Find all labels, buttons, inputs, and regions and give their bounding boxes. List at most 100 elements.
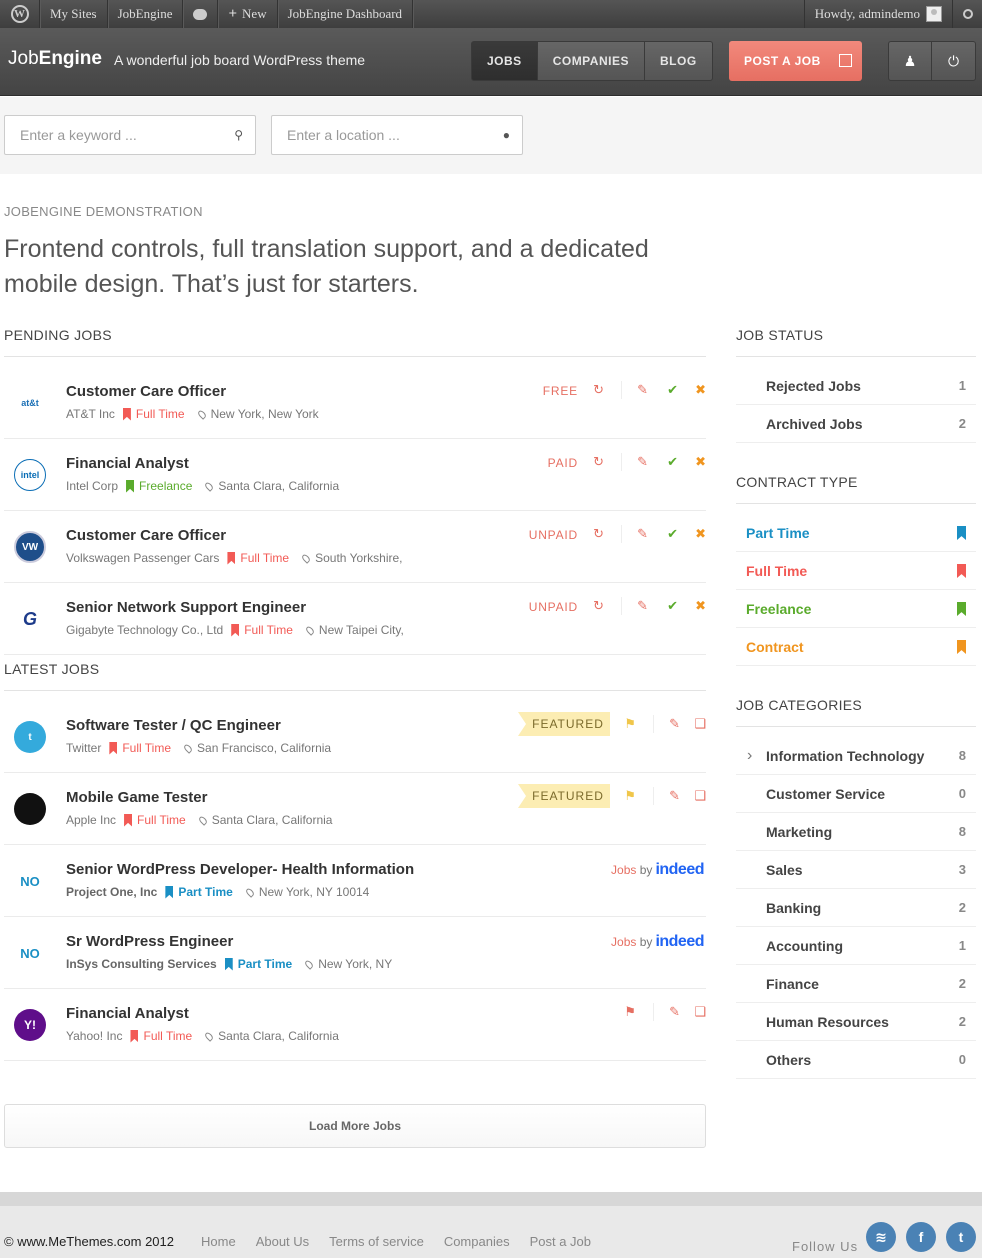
approve-icon[interactable]: ✔ <box>667 598 678 614</box>
company-name[interactable]: InSys Consulting Services <box>66 957 217 971</box>
edit-icon[interactable]: ✎ <box>637 382 648 398</box>
company-name[interactable]: Yahoo! Inc <box>66 1029 122 1043</box>
edit-icon[interactable]: ✎ <box>669 788 680 804</box>
refresh-icon[interactable]: ↻ <box>593 526 604 542</box>
reject-icon[interactable]: ✖ <box>695 382 706 398</box>
reject-icon[interactable]: ✖ <box>695 598 706 614</box>
category-item[interactable]: Sales 3 <box>736 851 976 889</box>
search-icon[interactable]: ⚲ <box>234 128 243 142</box>
edit-icon[interactable]: ✎ <box>637 454 648 470</box>
approve-icon[interactable]: ✔ <box>667 382 678 398</box>
edit-icon[interactable]: ✎ <box>637 526 648 542</box>
job-title[interactable]: Financial Analyst <box>66 1005 189 1022</box>
site-logo[interactable]: JobEngine <box>8 48 102 70</box>
contract-type[interactable]: Full Time <box>136 407 185 421</box>
job-title[interactable]: Customer Care Officer <box>66 527 226 544</box>
comments-button[interactable] <box>183 0 219 28</box>
jobs-by-indeed[interactable]: Jobs by indeed <box>611 861 704 879</box>
refresh-icon[interactable]: ↻ <box>593 382 604 398</box>
edit-icon[interactable]: ✎ <box>669 1004 680 1020</box>
contract-type[interactable]: Freelance <box>139 479 192 493</box>
dashboard-link[interactable]: JobEngine Dashboard <box>278 0 414 28</box>
wordpress-logo-button[interactable]: W <box>0 0 40 28</box>
flag-icon[interactable]: ⚑ <box>624 1004 636 1020</box>
status-item[interactable]: Archived Jobs 2 <box>736 405 976 443</box>
job-title[interactable]: Sr WordPress Engineer <box>66 933 233 950</box>
location-pin-icon[interactable]: ● <box>503 128 510 142</box>
company-name[interactable]: Volkswagen Passenger Cars <box>66 551 219 565</box>
facebook-button[interactable]: f <box>906 1222 936 1252</box>
contract-item[interactable]: Freelance <box>736 590 976 628</box>
site-name-menu[interactable]: JobEngine <box>108 0 184 28</box>
contract-type[interactable]: Full Time <box>122 741 171 755</box>
my-sites-menu[interactable]: My Sites <box>40 0 108 28</box>
jobs-by-indeed[interactable]: Jobs by indeed <box>611 933 704 951</box>
company-name[interactable]: Project One, Inc <box>66 885 157 899</box>
contract-item[interactable]: Part Time <box>736 514 976 552</box>
approve-icon[interactable]: ✔ <box>667 454 678 470</box>
footer-link-post-job[interactable]: Post a Job <box>530 1234 591 1249</box>
edit-icon[interactable]: ✎ <box>669 716 680 732</box>
contract-type[interactable]: Full Time <box>143 1029 192 1043</box>
account-menu[interactable]: Howdy, admindemo <box>803 0 952 28</box>
contract-type[interactable]: Part Time <box>238 957 292 971</box>
load-more-button[interactable]: Load More Jobs <box>4 1104 706 1148</box>
job-title[interactable]: Software Tester / QC Engineer <box>66 717 281 734</box>
nav-companies[interactable]: COMPANIES <box>537 41 645 81</box>
approve-icon[interactable]: ✔ <box>667 526 678 542</box>
category-item[interactable]: Banking 2 <box>736 889 976 927</box>
job-title[interactable]: Financial Analyst <box>66 455 189 472</box>
footer-link-terms[interactable]: Terms of service <box>329 1234 424 1249</box>
logout-button[interactable]: ⏻ <box>932 41 976 81</box>
job-meta: Gigabyte Technology Co., Ltd Full Time New… <box>66 623 404 637</box>
contract-type[interactable]: Full Time <box>240 551 289 565</box>
category-item[interactable]: Finance 2 <box>736 965 976 1003</box>
category-item[interactable]: › Information Technology 8 <box>736 737 976 775</box>
post-job-button[interactable]: POST A JOB <box>729 41 862 81</box>
status-item[interactable]: Rejected Jobs 1 <box>736 367 976 405</box>
flag-icon[interactable]: ⚑ <box>624 788 636 804</box>
contract-type[interactable]: Full Time <box>137 813 186 827</box>
contract-item[interactable]: Contract <box>736 628 976 666</box>
company-name[interactable]: Gigabyte Technology Co., Ltd <box>66 623 223 637</box>
category-item[interactable]: Marketing 8 <box>736 813 976 851</box>
job-title[interactable]: Customer Care Officer <box>66 383 226 400</box>
profile-button[interactable]: ♟ <box>888 41 932 81</box>
category-item[interactable]: Accounting 1 <box>736 927 976 965</box>
footer-link-home[interactable]: Home <box>201 1234 236 1249</box>
job-title[interactable]: Senior Network Support Engineer <box>66 599 306 616</box>
footer-link-companies[interactable]: Companies <box>444 1234 510 1249</box>
company-name[interactable]: Apple Inc <box>66 813 116 827</box>
job-title[interactable]: Senior WordPress Developer- Health Infor… <box>66 861 414 878</box>
delete-icon[interactable]: ❑ <box>694 1004 706 1020</box>
job-title[interactable]: Mobile Game Tester <box>66 789 207 806</box>
company-name[interactable]: Intel Corp <box>66 479 118 493</box>
company-name[interactable]: Twitter <box>66 741 101 755</box>
nav-jobs[interactable]: JOBS <box>471 41 538 81</box>
nav-blog[interactable]: BLOG <box>644 41 713 81</box>
keyword-input[interactable] <box>20 117 220 153</box>
reject-icon[interactable]: ✖ <box>695 454 706 470</box>
reject-icon[interactable]: ✖ <box>695 526 706 542</box>
delete-icon[interactable]: ❑ <box>694 788 706 804</box>
contract-type[interactable]: Full Time <box>244 623 293 637</box>
copyright-site[interactable]: © www.MeThemes.com <box>4 1234 141 1249</box>
chevron-right-icon[interactable]: › <box>747 747 752 765</box>
refresh-icon[interactable]: ↻ <box>593 454 604 470</box>
category-item[interactable]: Customer Service 0 <box>736 775 976 813</box>
refresh-icon[interactable]: ↻ <box>593 598 604 614</box>
company-name[interactable]: AT&T Inc <box>66 407 115 421</box>
flag-icon[interactable]: ⚑ <box>624 716 636 732</box>
category-item[interactable]: Others 0 <box>736 1041 976 1079</box>
category-item[interactable]: Human Resources 2 <box>736 1003 976 1041</box>
delete-icon[interactable]: ❑ <box>694 716 706 732</box>
new-content-menu[interactable]: + New <box>218 0 278 28</box>
edit-icon[interactable]: ✎ <box>637 598 648 614</box>
admin-search-button[interactable] <box>952 0 982 28</box>
footer-link-about[interactable]: About Us <box>256 1234 309 1249</box>
contract-item[interactable]: Full Time <box>736 552 976 590</box>
rss-button[interactable]: ≋ <box>866 1222 896 1252</box>
contract-type[interactable]: Part Time <box>178 885 232 899</box>
location-input[interactable] <box>287 117 487 153</box>
twitter-button[interactable]: t <box>946 1222 976 1252</box>
